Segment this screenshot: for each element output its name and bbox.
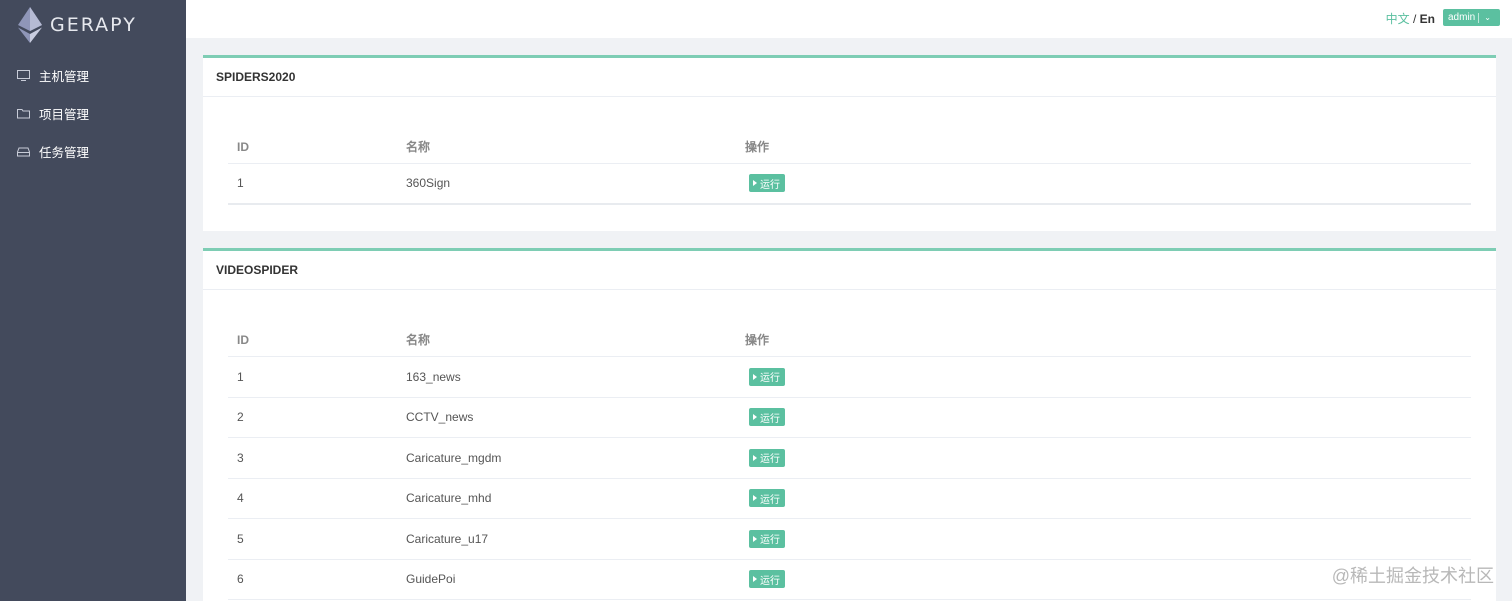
lang-zh-link[interactable]: 中文 (1386, 12, 1410, 26)
table-row: 1 163_news 运行 (228, 357, 1471, 398)
run-button[interactable]: 运行 (749, 367, 785, 386)
project-card: SPIDERS2020 ID 名称 操作 1 360Sign 运行 (203, 55, 1496, 231)
play-icon (753, 495, 757, 502)
column-header-name: 名称 (406, 333, 431, 347)
table-row: 2 CCTV_news 运行 (228, 398, 1471, 438)
play-icon (753, 535, 757, 542)
run-label: 运行 (760, 454, 780, 466)
table-row: 6 GuidePoi 运行 (228, 560, 1471, 600)
chevron-down-icon: ⌄ (1484, 13, 1491, 22)
column-header-id: ID (237, 332, 249, 347)
cell-id: 3 (237, 450, 244, 465)
folder-icon (17, 107, 30, 120)
cell-operation: 运行 (745, 367, 785, 386)
run-button[interactable]: 运行 (749, 570, 785, 589)
sidebar-item-label: 任务管理 (39, 145, 90, 160)
cell-name: 360Sign (406, 176, 451, 191)
sidebar: GERAPY 主机管理 项目管理 任务管理 (0, 0, 186, 601)
play-icon (753, 576, 757, 583)
cell-id: 1 (237, 369, 244, 384)
lang-en-link[interactable]: En (1420, 12, 1435, 26)
ethereum-logo-icon (18, 7, 42, 43)
cell-operation: 运行 (745, 489, 785, 508)
table-row: 5 Caricature_u17 运行 (228, 519, 1471, 560)
cell-name: CCTV_news (406, 410, 474, 425)
run-button[interactable]: 运行 (749, 408, 785, 427)
user-label: admin (1448, 12, 1476, 23)
table-row: 1 360Sign 运行 (228, 164, 1471, 205)
cell-id: 2 (237, 410, 244, 425)
play-icon (753, 180, 757, 187)
play-icon (753, 373, 757, 380)
cell-id: 6 (237, 572, 244, 587)
run-label: 运行 (760, 373, 780, 385)
cell-name: Caricature_mgdm (406, 450, 502, 465)
cell-operation: 运行 (745, 448, 785, 467)
sidebar-item-label: 主机管理 (39, 69, 90, 84)
cell-operation: 运行 (745, 529, 785, 548)
divider (1478, 12, 1480, 23)
sidebar-item-hosts[interactable]: 主机管理 (0, 56, 186, 94)
table-header-row: ID 名称 操作 (228, 323, 1471, 357)
spider-table: ID 名称 操作 1 163_news 运行 2 CCTV_news 运行 3 … (228, 323, 1471, 600)
sidebar-item-tasks[interactable]: 任务管理 (0, 132, 186, 170)
column-header-id: ID (237, 139, 249, 154)
logo[interactable]: GERAPY (0, 0, 186, 50)
cell-name: Caricature_mhd (406, 491, 492, 506)
run-label: 运行 (760, 535, 780, 547)
column-header-operation: 操作 (745, 333, 770, 347)
run-button[interactable]: 运行 (749, 529, 785, 548)
cell-operation: 运行 (745, 408, 785, 427)
cell-name: GuidePoi (406, 572, 456, 587)
project-title: VIDEOSPIDER (203, 251, 1496, 290)
cell-name: Caricature_u17 (406, 531, 489, 546)
watermark: @稀土掘金技术社区 (1331, 566, 1494, 586)
sidebar-item-label: 项目管理 (39, 107, 90, 122)
cell-id: 1 (237, 176, 244, 191)
table-row: 4 Caricature_mhd 运行 (228, 479, 1471, 519)
logo-text: GERAPY (50, 14, 137, 36)
top-header: 中文 / En admin ⌄ (186, 0, 1512, 38)
column-header-name: 名称 (406, 140, 431, 154)
play-icon (753, 414, 757, 421)
monitor-icon (17, 69, 30, 82)
table-header-row: ID 名称 操作 (228, 130, 1471, 164)
cell-operation: 运行 (745, 174, 785, 193)
column-header-operation: 操作 (745, 140, 770, 154)
cell-operation: 运行 (745, 570, 785, 589)
project-title: SPIDERS2020 (203, 58, 1496, 97)
user-dropdown-button[interactable]: admin ⌄ (1443, 9, 1500, 26)
sidebar-menu: 主机管理 项目管理 任务管理 (0, 56, 186, 170)
run-label: 运行 (760, 575, 780, 587)
table-row: 3 Caricature_mgdm 运行 (228, 438, 1471, 479)
run-label: 运行 (760, 179, 780, 191)
run-button[interactable]: 运行 (749, 174, 785, 193)
spider-table: ID 名称 操作 1 360Sign 运行 (228, 130, 1471, 205)
play-icon (753, 454, 757, 461)
project-card: VIDEOSPIDER ID 名称 操作 1 163_news 运行 2 CCT… (203, 248, 1496, 601)
run-button[interactable]: 运行 (749, 489, 785, 508)
run-label: 运行 (760, 413, 780, 425)
inbox-icon (17, 145, 30, 158)
lang-separator: / (1409, 12, 1420, 26)
run-button[interactable]: 运行 (749, 448, 785, 467)
run-label: 运行 (760, 494, 780, 506)
cell-name: 163_news (406, 369, 461, 384)
language-switch: 中文 / En (1386, 10, 1435, 27)
cell-id: 4 (237, 491, 244, 506)
cell-id: 5 (237, 531, 244, 546)
sidebar-item-projects[interactable]: 项目管理 (0, 94, 186, 132)
